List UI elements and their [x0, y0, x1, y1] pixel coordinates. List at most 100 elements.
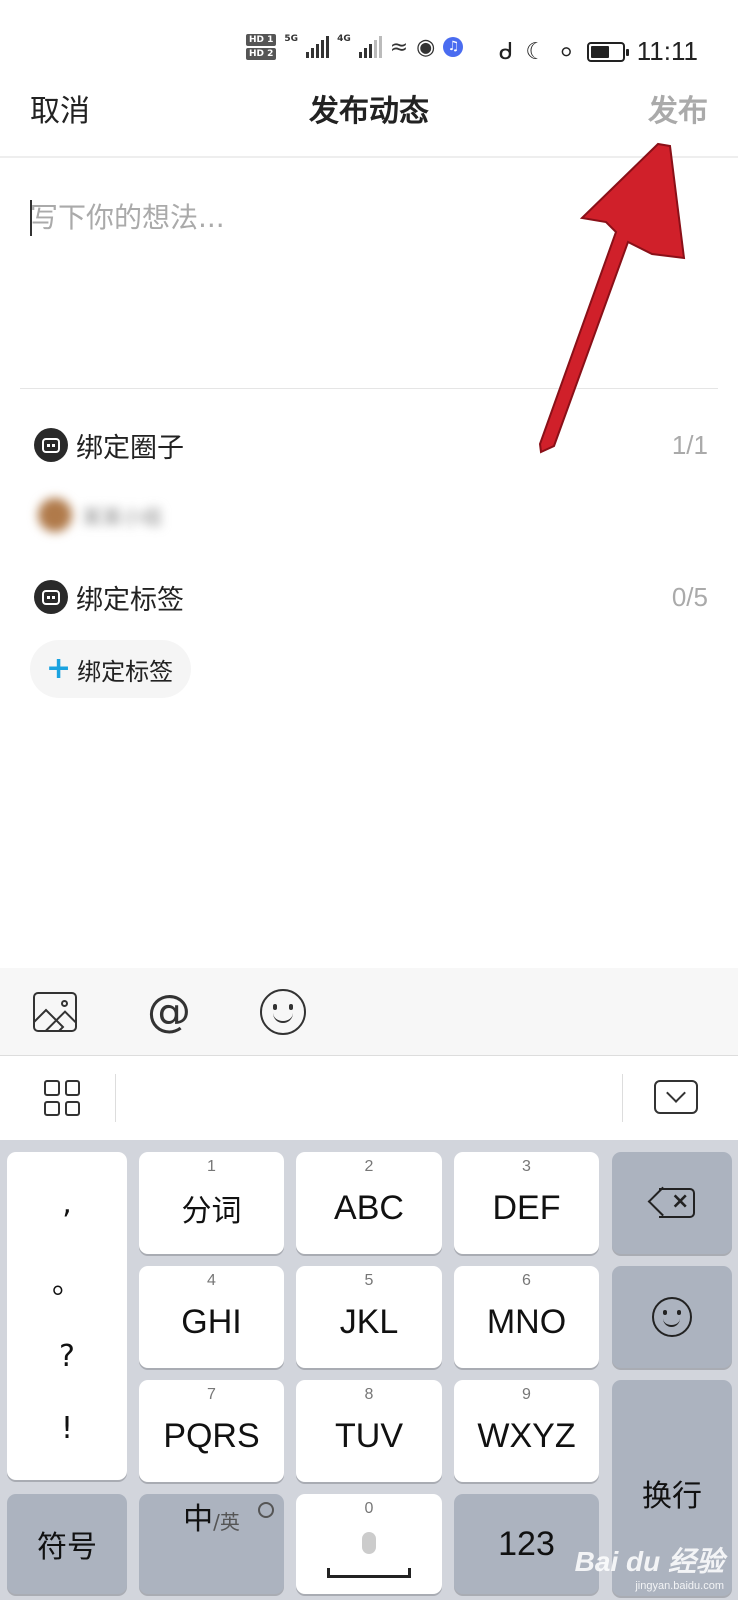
keyboard: , 。 ? ! 1 分词 2 ABC 3 DEF × 4 GHI 5 JKL 6… — [0, 1140, 738, 1600]
image-icon — [33, 992, 77, 1032]
key-6[interactable]: 6 MNO — [454, 1266, 599, 1368]
at-icon: @ — [147, 986, 191, 1037]
key-9[interactable]: 9 WXYZ — [454, 1380, 599, 1482]
key-number: 0 — [364, 1500, 374, 1517]
divider — [115, 1074, 116, 1122]
network-indicators: HD 1 HD 2 5G 4G ≈ ◉ ♫ — [246, 34, 464, 60]
hd-badges: HD 1 HD 2 — [246, 34, 277, 60]
bind-tag-count: 0/5 — [671, 581, 708, 612]
plus-icon: + — [46, 651, 72, 686]
punct-comma[interactable]: , — [62, 1186, 72, 1221]
lang-main-label: 中 — [183, 1502, 214, 1537]
add-tag-button[interactable]: + 绑定标签 — [30, 640, 192, 698]
keyboard-menu-icon[interactable] — [44, 1080, 80, 1116]
smile-icon — [652, 1297, 692, 1337]
circle-avatar — [38, 498, 72, 532]
status-bar: HD 1 HD 2 5G 4G ≈ ◉ ♫ ᑯ ☾ ⚪ 11:11 — [0, 0, 738, 80]
lang-sub-label: /英 — [213, 1510, 240, 1534]
moon-icon: ☾ — [525, 38, 547, 65]
signal-icon — [306, 36, 330, 58]
key-1[interactable]: 1 分词 — [139, 1152, 284, 1254]
watermark: Bai du 经验 jingyan.baidu.com — [575, 1540, 724, 1592]
divider — [20, 388, 718, 389]
text-cursor — [30, 200, 32, 236]
key-number: 1 — [207, 1158, 216, 1175]
composer-toolbar: @ — [0, 968, 738, 1056]
key-number: 9 — [522, 1386, 531, 1403]
insert-image-button[interactable] — [31, 988, 79, 1036]
punct-exclaim[interactable]: ! — [61, 1411, 73, 1446]
key-number: 5 — [364, 1272, 374, 1289]
bluetooth-icon: ᑯ — [498, 38, 514, 65]
cancel-button[interactable]: 取消 — [30, 86, 90, 130]
net2-label: 4G — [337, 34, 351, 44]
enter-label: 换行 — [642, 1479, 702, 1514]
key-label: WXYZ — [477, 1416, 576, 1455]
microphone-icon — [362, 1532, 376, 1554]
clock: 11:11 — [636, 36, 698, 66]
punct-period[interactable]: 。 — [52, 1258, 82, 1302]
backspace-icon: × — [647, 1186, 695, 1218]
bell-muted-icon: ⚪ — [558, 39, 575, 64]
globe-icon: ◉ — [416, 34, 436, 60]
bind-tag-row: 绑定标签 0/5 — [34, 577, 708, 617]
globe-icon — [258, 1502, 274, 1518]
bind-circle-count: 1/1 — [671, 429, 708, 460]
key-label: DEF — [492, 1188, 561, 1227]
symbols-label: 符号 — [37, 1530, 97, 1565]
battery-icon — [586, 41, 629, 62]
space-icon — [327, 1568, 411, 1578]
watermark-logo: Bai du 经验 — [574, 1546, 724, 1577]
emoji-button[interactable] — [259, 988, 307, 1036]
key-label: TUV — [335, 1416, 403, 1455]
key-label: ABC — [334, 1188, 404, 1227]
key-label: JKL — [339, 1302, 399, 1341]
key-8[interactable]: 8 TUV — [296, 1380, 442, 1482]
robot-face-icon — [34, 580, 68, 614]
punct-question[interactable]: ? — [59, 1339, 75, 1374]
post-text-input[interactable] — [30, 196, 710, 356]
hd2-badge: HD 2 — [246, 48, 277, 60]
language-switch-key[interactable]: 中 /英 — [139, 1494, 284, 1594]
key-3[interactable]: 3 DEF — [454, 1152, 599, 1254]
backspace-key[interactable]: × — [612, 1152, 732, 1254]
bind-circle-label: 绑定圈子 — [76, 432, 184, 464]
key-number: 3 — [522, 1158, 531, 1175]
publish-button[interactable]: 发布 — [648, 86, 708, 130]
page-title: 发布动态 — [309, 94, 429, 129]
keyboard-top-bar — [0, 1056, 738, 1140]
mention-button[interactable]: @ — [145, 988, 193, 1036]
key-number: 6 — [522, 1272, 531, 1289]
bind-circle-row[interactable]: 绑定圈子 1/1 — [34, 425, 708, 465]
robot-face-icon — [34, 428, 68, 462]
divider — [622, 1074, 623, 1122]
key-5[interactable]: 5 JKL — [296, 1266, 442, 1368]
smile-icon — [260, 989, 306, 1035]
symbols-key[interactable]: 符号 — [7, 1494, 127, 1594]
key-number: 7 — [207, 1386, 216, 1403]
watermark-url: jingyan.baidu.com — [635, 1580, 724, 1592]
bound-circle-chip[interactable]: 某某小组 — [38, 490, 218, 540]
hide-keyboard-icon[interactable] — [654, 1080, 698, 1114]
bind-tag-label: 绑定标签 — [76, 584, 184, 616]
key-number: 8 — [364, 1386, 374, 1403]
status-right: ᑯ ☾ ⚪ 11:11 — [499, 36, 698, 67]
wifi-icon: ≈ — [389, 34, 409, 60]
key-number: 4 — [207, 1272, 216, 1289]
circle-name: 某某小组 — [82, 504, 162, 529]
add-tag-label: 绑定标签 — [77, 657, 174, 686]
key-4[interactable]: 4 GHI — [139, 1266, 284, 1368]
key-7[interactable]: 7 PQRS — [139, 1380, 284, 1482]
net1-label: 5G — [284, 34, 299, 44]
key-label: MNO — [486, 1302, 567, 1341]
hd1-badge: HD 1 — [246, 34, 277, 46]
emoji-key[interactable] — [612, 1266, 732, 1368]
signal2-icon — [358, 36, 382, 58]
punctuation-key[interactable]: , 。 ? ! — [7, 1152, 127, 1480]
space-key[interactable]: 0 — [296, 1494, 442, 1594]
top-nav: 取消 发布动态 发布 — [0, 80, 738, 158]
key-label: GHI — [181, 1302, 242, 1341]
key-label: PQRS — [163, 1416, 260, 1455]
key-number: 2 — [364, 1158, 374, 1175]
key-2[interactable]: 2 ABC — [296, 1152, 442, 1254]
